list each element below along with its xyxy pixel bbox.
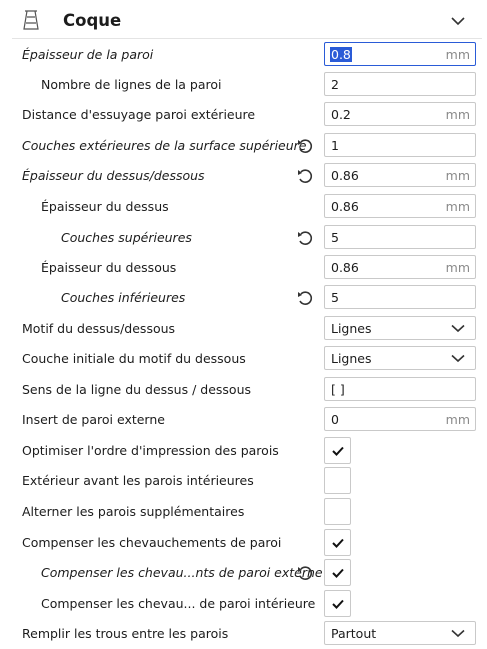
setting-label: Compenser les chevau...nts de paroi exte… [41,565,323,580]
setting-label: Alterner les parois supplémentaires [22,504,245,519]
checkmark-icon [332,568,344,578]
setting-value: 1 [331,138,339,153]
setting-row: Sens de la ligne du dessus / dessous [ ] [0,375,487,405]
setting-label: Couches inférieures [61,290,186,305]
setting-label: Couches supérieures [61,230,192,245]
setting-label: Extérieur avant les parois intérieures [22,473,254,488]
setting-row: Épaisseur du dessus 0.86 mm [0,192,487,222]
setting-unit: mm [445,107,470,122]
setting-row: Compenser les chevau...nts de paroi exte… [0,558,487,588]
setting-label: Couche initiale du motif du dessous [22,351,246,366]
setting-label: Compenser les chevau... de paroi intérie… [41,596,316,611]
setting-row: Extérieur avant les parois intérieures [0,466,487,496]
setting-unit: mm [445,412,470,427]
setting-row: Remplir les trous entre les parois Partou… [0,619,487,649]
setting-value: Lignes [331,321,372,336]
checkmark-icon [332,538,344,548]
setting-row: Épaisseur de la paroi 0.8 mm [0,40,487,70]
setting-dropdown[interactable]: Partout [324,621,476,645]
header-divider [12,38,482,39]
setting-label: Couches extérieures de la surface supéri… [22,138,307,153]
setting-row: Épaisseur du dessous 0.86 mm [0,253,487,283]
setting-unit: mm [445,47,470,62]
setting-label: Épaisseur du dessus/dessous [22,168,205,183]
setting-row: Insert de paroi externe 0 mm [0,405,487,435]
setting-input[interactable]: 0 mm [324,407,476,431]
setting-value: 0.86 [331,168,359,183]
setting-value: 0 [331,412,339,427]
chevron-down-icon [451,354,465,363]
setting-value: 0.86 [331,260,359,275]
setting-value: 5 [331,230,339,245]
setting-value: Lignes [331,351,372,366]
setting-input[interactable]: 0.8 mm [324,42,476,66]
setting-label: Motif du dessus/dessous [22,321,176,336]
setting-value: 2 [331,77,339,92]
setting-row: Épaisseur du dessus/dessous 0.86 mm [0,161,487,191]
setting-row: Couches supérieures 5 [0,223,487,253]
setting-checkbox[interactable] [324,559,351,586]
setting-input[interactable]: 0.86 mm [324,255,476,279]
setting-row: Motif du dessus/dessous Lignes [0,314,487,344]
setting-checkbox[interactable] [324,498,351,525]
setting-label: Sens de la ligne du dessus / dessous [22,382,252,397]
setting-label: Épaisseur du dessous [41,260,177,275]
setting-input[interactable]: 0.86 mm [324,194,476,218]
setting-unit: mm [445,199,470,214]
setting-checkbox[interactable] [324,590,351,617]
setting-label: Compenser les chevauchements de paroi [22,535,282,550]
setting-input[interactable]: 0.86 mm [324,163,476,187]
section-title: Coque [63,11,122,30]
setting-row: Alterner les parois supplémentaires [0,497,487,527]
setting-input[interactable]: 2 [324,72,476,96]
reset-icon[interactable] [296,290,314,306]
chevron-down-icon [451,629,465,638]
reset-icon[interactable] [296,168,314,184]
setting-dropdown[interactable]: Lignes [324,346,476,370]
setting-value: 0.2 [331,107,351,122]
setting-label: Insert de paroi externe [22,412,165,427]
setting-row: Couches inférieures 5 [0,283,487,313]
reset-icon[interactable] [296,230,314,246]
setting-checkbox[interactable] [324,437,351,464]
setting-value: 0.86 [331,199,359,214]
setting-value: Partout [331,626,377,641]
setting-label: Optimiser l'ordre d'impression des paroi… [22,443,279,458]
setting-input[interactable]: 5 [324,285,476,309]
setting-checkbox[interactable] [324,467,351,494]
shell-icon [23,10,39,30]
checkmark-icon [332,599,344,609]
setting-label: Remplir les trous entre les parois [22,626,229,641]
setting-input[interactable]: 1 [324,133,476,157]
setting-unit: mm [445,168,470,183]
setting-row: Couche initiale du motif du dessous Ligne… [0,344,487,374]
setting-unit: mm [445,260,470,275]
setting-input[interactable]: 0.2 mm [324,102,476,126]
setting-label: Épaisseur du dessus [41,199,169,214]
setting-row: Optimiser l'ordre d'impression des paroi… [0,436,487,466]
setting-value: 5 [331,290,339,305]
section-header-coque[interactable]: Coque [0,5,487,37]
setting-row: Couches extérieures de la surface supéri… [0,131,487,161]
setting-dropdown[interactable]: Lignes [324,316,476,340]
setting-label: Nombre de lignes de la paroi [41,77,222,92]
reset-icon[interactable] [296,138,314,154]
setting-value: 0.8 [330,47,352,62]
setting-label: Distance d'essuyage paroi extérieure [22,107,256,122]
reset-icon[interactable] [296,565,314,581]
setting-input[interactable]: 5 [324,225,476,249]
setting-value: [ ] [331,382,345,397]
setting-row: Distance d'essuyage paroi extérieure 0.2 m… [0,100,487,130]
chevron-down-icon[interactable] [450,15,466,27]
setting-row: Compenser les chevauchements de paroi [0,528,487,558]
setting-input[interactable]: [ ] [324,377,476,401]
setting-label: Épaisseur de la paroi [22,47,154,62]
setting-row: Compenser les chevau... de paroi intérie… [0,589,487,619]
checkmark-icon [332,446,344,456]
chevron-down-icon [451,324,465,333]
setting-checkbox[interactable] [324,529,351,556]
setting-row: Nombre de lignes de la paroi 2 [0,70,487,100]
